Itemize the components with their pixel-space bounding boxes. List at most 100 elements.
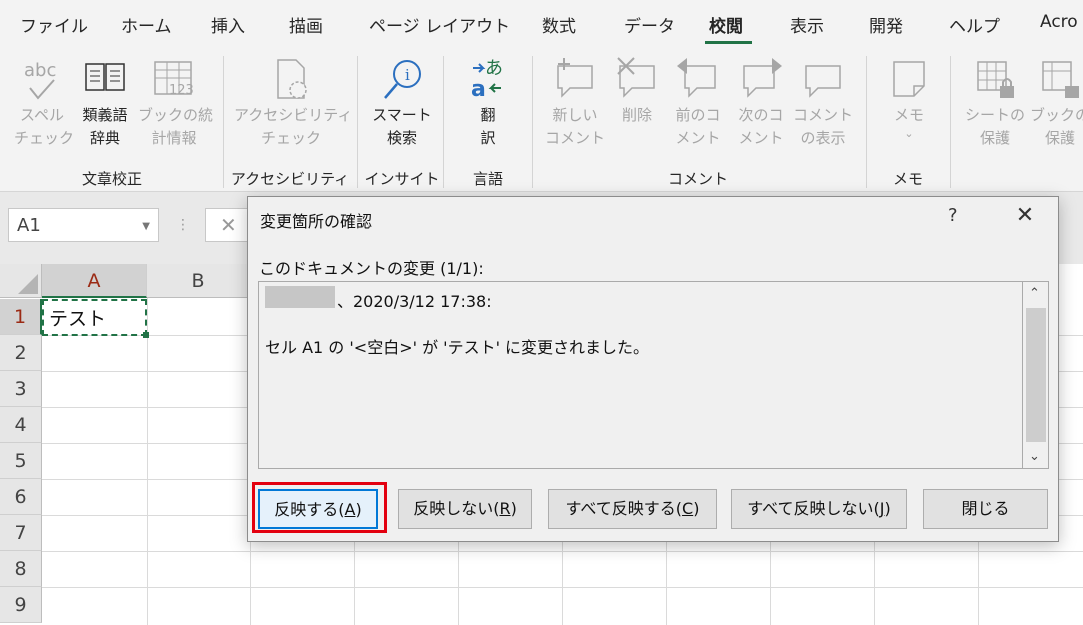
new-comment-label-1: 新しい [552,106,598,124]
tab-help[interactable]: ヘルプ [949,12,1000,37]
accept-all-label-suffix: ) [693,499,700,518]
previous-label-1: 前のコ [675,106,721,124]
row-header-5[interactable]: 5 [0,443,42,479]
grid-line [42,551,1083,552]
cell-a1[interactable]: テスト [42,299,149,338]
previous-comment-button[interactable]: 前のコ メント [668,54,728,150]
active-tab-indicator [705,41,752,44]
next-comment-button[interactable]: 次のコ メント [732,54,790,150]
tab-acrobat[interactable]: Acro [1040,12,1078,32]
protect-sheet-label-2: 保護 [979,129,1010,147]
tab-review[interactable]: 校閲 [709,12,743,37]
close-label: 閉じる [961,499,1010,518]
new-comment-label-2: コメント [544,129,605,147]
tab-home[interactable]: ホーム [121,12,172,37]
grid-line [42,587,1083,588]
tab-formulas[interactable]: 数式 [542,12,576,37]
column-header-a[interactable]: A [42,264,147,298]
translate-button[interactable]: あ a 翻 訳 [456,54,520,150]
translate-icon: あ a [471,58,503,102]
protect-workbook-label-1: ブックの [1029,106,1083,124]
group-notes-label: メモ [892,170,924,188]
protect-workbook-icon [1042,61,1079,98]
dropdown-arrow-icon[interactable]: ▼ [142,221,150,232]
protect-workbook-label-2: 保護 [1044,129,1075,147]
show-comments-button[interactable]: コメント の表示 [792,54,854,150]
tab-view[interactable]: 表示 [790,12,824,37]
column-header-b[interactable]: B [147,264,250,298]
svg-text:123: 123 [169,83,194,98]
spell-label-1: スペル [20,106,64,124]
tab-data[interactable]: データ [624,12,675,37]
delete-comment-button[interactable]: 削除 [610,54,664,127]
row-header-7[interactable]: 7 [0,515,42,551]
workbook-statistics-button[interactable]: 123 ブックの統 計情報 [138,54,213,150]
splitter-dots-icon[interactable]: ⋮ [176,217,190,233]
group-separator [532,56,533,188]
protect-sheet-label-1: シートの [964,106,1025,124]
tab-file[interactable]: ファイル [20,12,88,37]
ribbon: abc スペル チェック 類義語 辞典 123 ブックの統 計情報 文章校正 ア… [0,50,1083,192]
check-accessibility-button[interactable]: アクセシビリティ チェック [234,54,352,150]
scroll-down-icon[interactable]: ⌄ [1029,449,1040,464]
smart-lookup-label-1: スマート [372,106,432,124]
tab-developer[interactable]: 開発 [869,12,903,37]
previous-comment-icon [677,58,716,98]
chevron-down-icon: ⌄ [904,127,914,140]
help-icon[interactable]: ? [948,205,958,226]
spell-check-icon: abc [24,60,56,100]
spell-check-button[interactable]: abc スペル チェック [14,54,74,150]
close-icon[interactable]: ✕ [1010,203,1040,228]
tab-insert[interactable]: 挿入 [211,12,245,37]
next-comment-icon [743,58,782,98]
tab-draw[interactable]: 描画 [289,12,323,37]
fill-handle[interactable] [143,332,149,338]
row-header-4[interactable]: 4 [0,407,42,443]
statistics-icon: 123 [154,61,194,98]
accept-all-button[interactable]: すべて反映する(C) [548,489,717,529]
scroll-thumb[interactable] [1026,308,1046,442]
protect-sheet-icon [977,61,1014,98]
notes-label: メモ [893,106,924,124]
previous-label-2: メント [675,129,721,147]
notes-button[interactable]: メモ ⌄ [878,54,940,141]
group-comments-label: コメント [667,170,729,188]
accept-all-access-key: C [682,499,694,518]
reject-label-suffix: ) [510,499,517,518]
name-box[interactable]: A1 ▼ [8,208,159,242]
vertical-scrollbar[interactable]: ⌃ ⌄ [1023,281,1049,469]
reject-all-button[interactable]: すべて反映しない(J) [731,489,907,529]
smart-lookup-label-2: 検索 [386,129,417,147]
select-all-button[interactable] [0,264,42,298]
group-separator [443,56,444,188]
group-language-label: 言語 [472,170,504,188]
delete-label: 削除 [621,106,652,124]
name-box-value: A1 [17,215,41,236]
row-header-2[interactable]: 2 [0,335,42,371]
accessibility-label-2: チェック [260,129,321,147]
translate-label-1: 翻 [480,106,496,124]
select-all-icon [18,274,38,294]
smart-lookup-button[interactable]: i スマート 検索 [366,54,438,150]
protect-sheet-button[interactable]: シートの 保護 [962,54,1028,150]
book-icon [85,63,125,91]
cancel-icon[interactable]: ✕ [220,213,237,237]
row-header-6[interactable]: 6 [0,479,42,515]
reject-all-label-suffix: ) [884,499,891,518]
protect-workbook-button[interactable]: ブックの 保護 [1028,54,1083,150]
row-header-8[interactable]: 8 [0,551,42,587]
new-comment-button[interactable]: 新しい コメント [544,54,606,150]
scroll-up-icon[interactable]: ⌃ [1029,286,1040,301]
row-header-1[interactable]: 1 [0,299,42,335]
thesaurus-label-1: 類義語 [82,106,128,124]
tab-page-layout[interactable]: ページ レイアウト [369,12,510,37]
reject-all-label: すべて反映しない( [747,499,880,518]
thesaurus-label-2: 辞典 [89,129,120,147]
thesaurus-button[interactable]: 類義語 辞典 [76,54,134,150]
close-button[interactable]: 閉じる [923,489,1048,529]
row-header-3[interactable]: 3 [0,371,42,407]
reject-button[interactable]: 反映しない(R) [398,489,532,529]
row-header-9[interactable]: 9 [0,587,42,623]
change-timestamp: 、2020/3/12 17:38: [337,292,492,311]
change-description-box: 、2020/3/12 17:38: セル A1 の '<空白>' が 'テスト'… [258,281,1023,469]
